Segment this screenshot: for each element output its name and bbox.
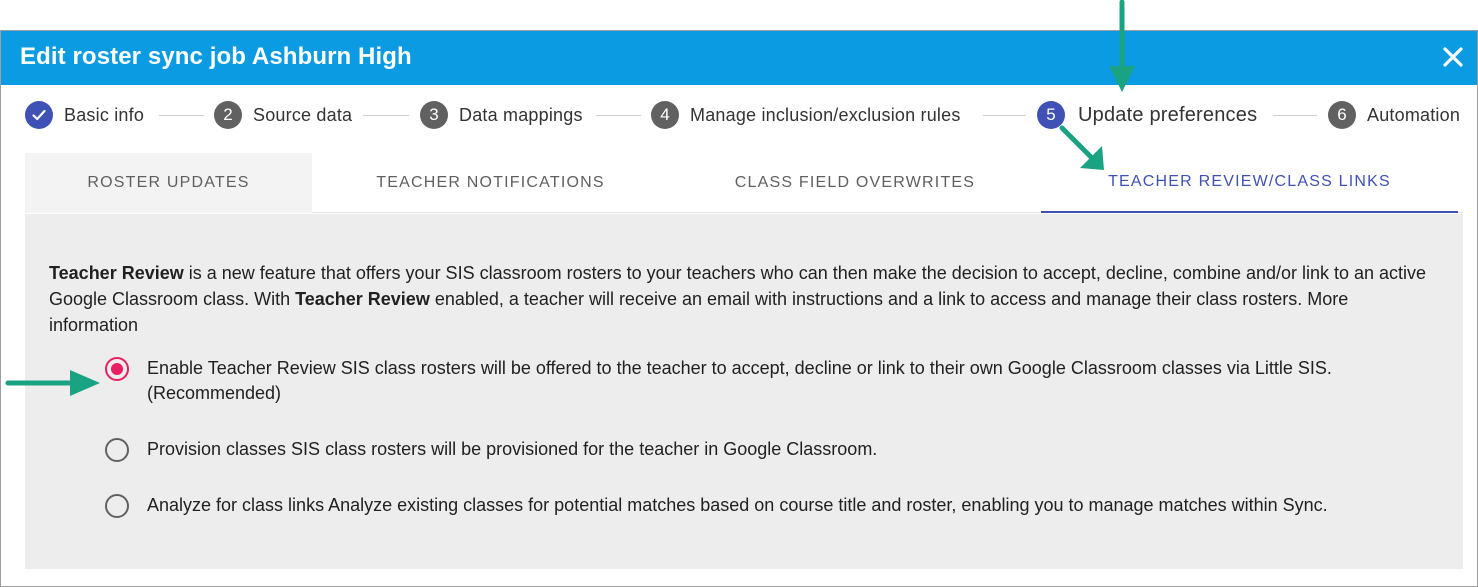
tab-teacher-notifications[interactable]: TEACHER NOTIFICATIONS (312, 153, 669, 213)
step-label: Source data (253, 104, 353, 125)
close-button[interactable] (1433, 37, 1473, 77)
option-provision-classes[interactable]: Provision classes SIS class rosters will… (105, 437, 1427, 462)
tab-roster-updates[interactable]: ROSTER UPDATES (25, 153, 312, 213)
option-label: Analyze for class links Analyze existing… (147, 495, 1328, 515)
radio-enable-teacher-review[interactable] (105, 357, 129, 381)
step-number: 6 (1328, 101, 1356, 129)
annotation-arrow-diagonal-icon (1059, 125, 1104, 170)
step-connector (983, 115, 1026, 116)
step-basic-info[interactable]: Basic info (25, 100, 144, 130)
check-icon (25, 101, 53, 129)
annotation-arrow-right-icon (5, 370, 100, 396)
step-connector (1273, 115, 1317, 116)
dialog-titlebar: Edit roster sync job Ashburn High (1, 31, 1477, 85)
radio-analyze-class-links[interactable] (105, 494, 129, 518)
step-connector (363, 115, 409, 116)
wizard-stepper: Basic info 2 Source data 3 Data mappings… (1, 85, 1477, 147)
option-analyze-class-links[interactable]: Analyze for class links Analyze existing… (105, 493, 1427, 518)
option-label: Enable Teacher Review SIS class rosters … (147, 358, 1332, 403)
desc-bold: Teacher Review (49, 263, 184, 283)
step-number: 2 (214, 101, 242, 129)
step-data-mappings[interactable]: 3 Data mappings (420, 100, 583, 130)
option-enable-teacher-review[interactable]: Enable Teacher Review SIS class rosters … (105, 356, 1427, 406)
radio-provision-classes[interactable] (105, 438, 129, 462)
desc-bold: Teacher Review (295, 289, 430, 309)
step-inclusion-exclusion-rules[interactable]: 4 Manage inclusion/exclusion rules (651, 100, 961, 130)
step-label: Automation (1367, 104, 1461, 125)
step-source-data[interactable]: 2 Source data (214, 100, 352, 130)
dialog-title: Edit roster sync job Ashburn High (20, 43, 412, 70)
tab-class-field-overwrites[interactable]: CLASS FIELD OVERWRITES (669, 153, 1041, 213)
step-connector (159, 115, 204, 116)
step-label: Manage inclusion/exclusion rules (690, 104, 961, 125)
step-connector (596, 115, 641, 116)
step-automation[interactable]: 6 Automation (1328, 100, 1460, 130)
annotation-arrow-down-icon (1109, 0, 1135, 92)
step-label: Basic info (64, 104, 145, 125)
option-label: Provision classes SIS class rosters will… (147, 439, 878, 459)
preference-tabs: ROSTER UPDATES TEACHER NOTIFICATIONS CLA… (25, 153, 1463, 213)
step-number: 3 (420, 101, 448, 129)
step-number: 4 (651, 101, 679, 129)
step-label: Data mappings (459, 104, 583, 125)
edit-roster-dialog: Edit roster sync job Ashburn High Basic … (0, 30, 1478, 587)
close-icon (1443, 47, 1463, 67)
teacher-review-description: Teacher Review is a new feature that off… (49, 260, 1439, 338)
tab-panel: Teacher Review is a new feature that off… (25, 214, 1463, 569)
